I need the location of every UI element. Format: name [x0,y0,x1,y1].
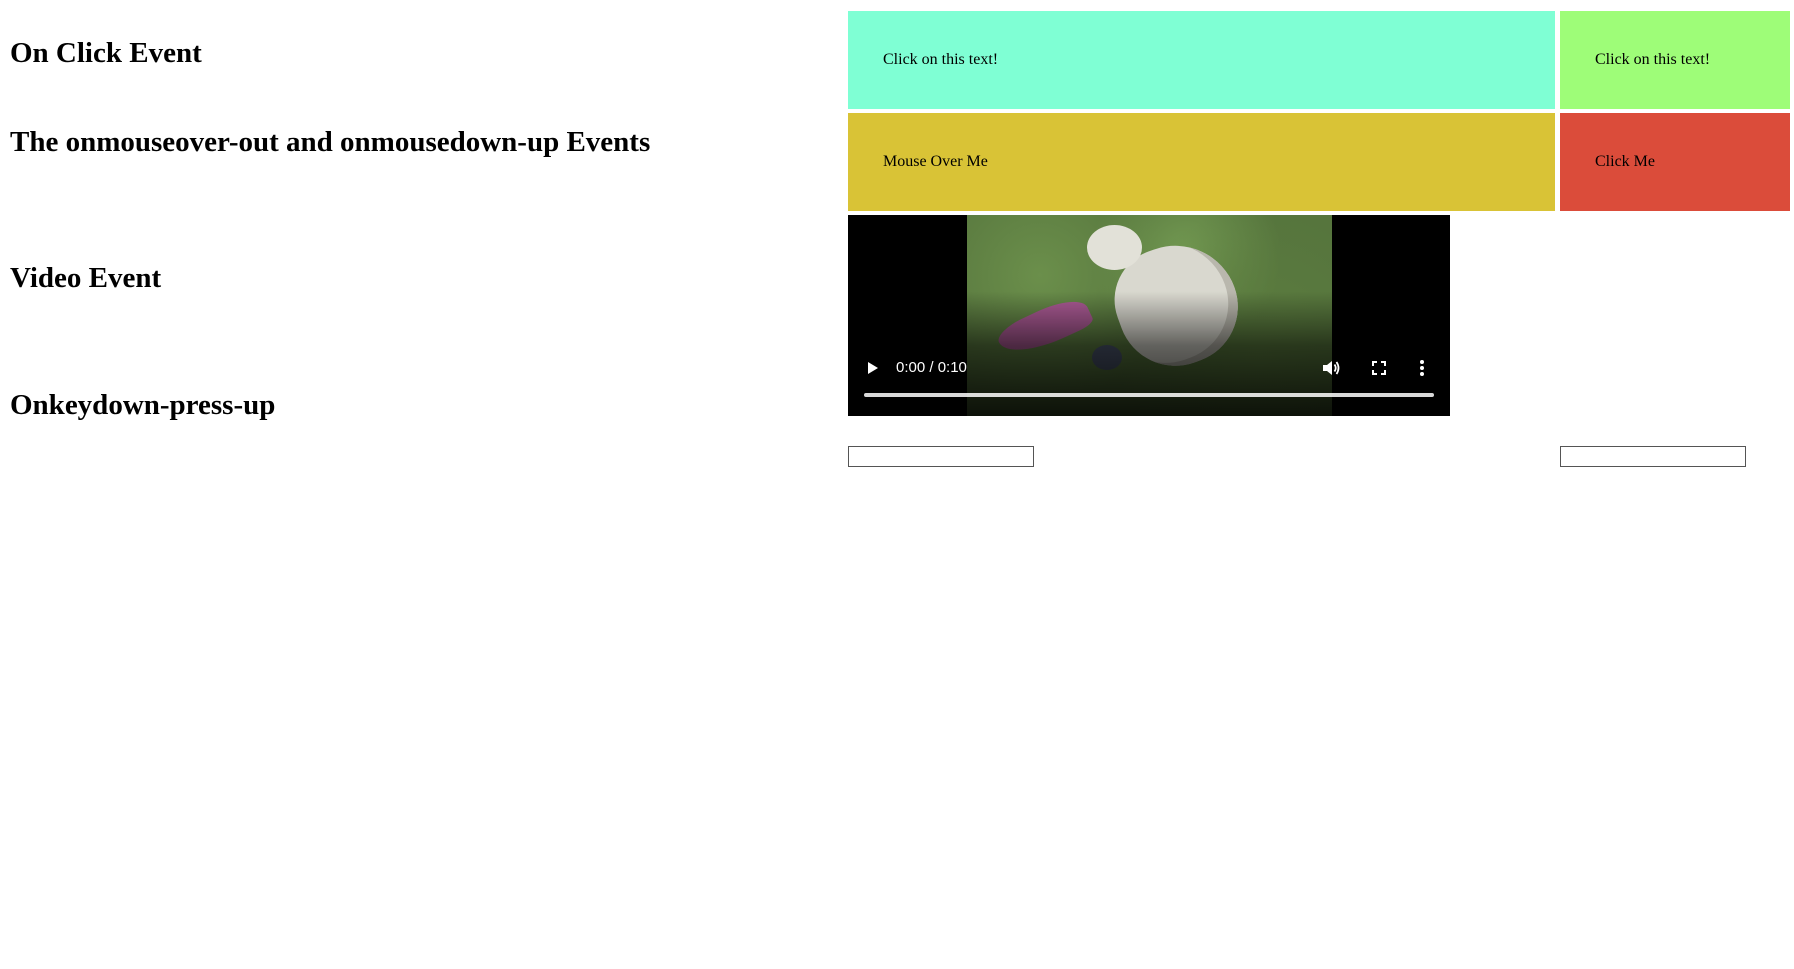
heading-on-click-event: On Click Event [10,37,202,69]
heading-mouse-events: The onmouseover-out and onmousedown-up E… [10,126,651,158]
mouse-over-box-label: Mouse Over Me [883,153,988,170]
more-options-icon[interactable] [1416,358,1428,378]
click-text-box-1[interactable]: Click on this text! [848,11,1555,109]
click-me-box-label: Click Me [1595,153,1655,170]
video-time: 0:00 / 0:10 [896,359,967,376]
play-icon[interactable] [862,358,882,378]
video-bunny-head-shape [1087,225,1142,270]
click-text-box-2[interactable]: Click on this text! [1560,11,1790,109]
mouse-over-box[interactable]: Mouse Over Me [848,113,1555,211]
click-text-box-2-label: Click on this text! [1595,51,1711,68]
volume-icon[interactable] [1320,358,1342,378]
click-me-box[interactable]: Click Me [1560,113,1790,211]
video-flowers-shape [1092,345,1122,370]
video-progress-bar[interactable] [864,393,1434,397]
heading-video-event: Video Event [10,262,162,294]
heading-key-events: Onkeydown-press-up [10,389,276,421]
click-text-box-1-label: Click on this text! [883,51,999,68]
key-event-input-2[interactable] [1560,446,1746,467]
fullscreen-icon[interactable] [1369,358,1389,378]
video-player[interactable]: 0:00 / 0:10 [848,215,1450,416]
key-event-input-1[interactable] [848,446,1034,467]
page: On Click Event The onmouseover-out and o… [0,0,1794,969]
video-frame [967,215,1332,416]
